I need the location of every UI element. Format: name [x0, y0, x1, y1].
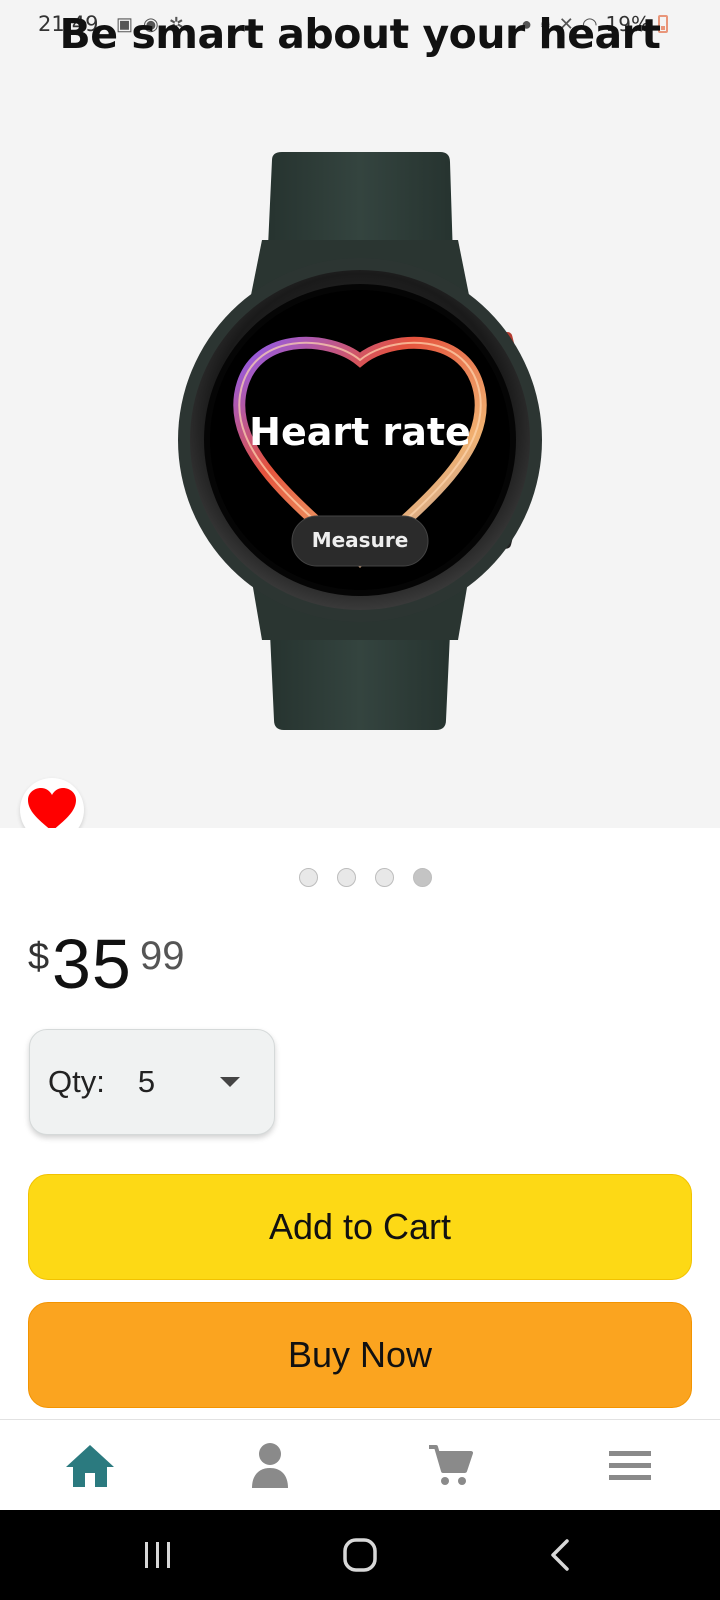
home-circle-icon	[343, 1538, 377, 1572]
account-icon	[252, 1443, 288, 1488]
quantity-label: Qty:	[48, 1064, 105, 1099]
system-navigation-bar	[0, 1510, 720, 1600]
menu-icon	[609, 1451, 651, 1480]
recent-apps-icon	[145, 1542, 170, 1568]
nav-account[interactable]	[240, 1438, 300, 1494]
watch-screen-button: Measure	[311, 528, 409, 552]
quantity-dropdown[interactable]: Qty: 5	[29, 1029, 275, 1135]
carousel-dot[interactable]	[336, 868, 356, 887]
caret-down-icon	[220, 1077, 240, 1087]
carousel-pagination	[0, 868, 720, 887]
heart-icon	[28, 788, 76, 828]
nav-home[interactable]	[60, 1438, 120, 1494]
back-button[interactable]	[530, 1532, 590, 1578]
watch-screen-title: Heart rate	[249, 410, 471, 454]
quantity-value: 5	[137, 1064, 156, 1099]
price-cents: 99	[140, 934, 185, 978]
nav-cart[interactable]	[420, 1438, 480, 1494]
price-whole: 35	[52, 925, 132, 1003]
home-icon	[66, 1445, 114, 1487]
carousel-dot-active[interactable]	[412, 868, 432, 887]
cart-icon	[429, 1445, 473, 1485]
add-to-cart-button[interactable]: Add to Cart	[28, 1174, 692, 1280]
buy-now-button[interactable]: Buy Now	[28, 1302, 692, 1408]
hero-title: Be smart about your heart	[59, 10, 661, 58]
carousel-dot[interactable]	[374, 868, 394, 887]
product-image-carousel[interactable]: 21:49 ▣ ◉ ✲ ● ◌ ✕ ◠ 19% Be smart about y…	[0, 0, 720, 828]
product-detail-screen: 21:49 ▣ ◉ ✲ ● ◌ ✕ ◠ 19% Be smart about y…	[0, 0, 720, 1600]
price-currency: $	[28, 936, 50, 978]
back-chevron-icon	[551, 1539, 569, 1571]
home-system-button[interactable]	[330, 1532, 390, 1578]
carousel-dot[interactable]	[298, 868, 318, 887]
recent-apps-button[interactable]	[128, 1532, 188, 1578]
nav-menu[interactable]	[600, 1438, 660, 1494]
bottom-navigation	[0, 1419, 720, 1510]
